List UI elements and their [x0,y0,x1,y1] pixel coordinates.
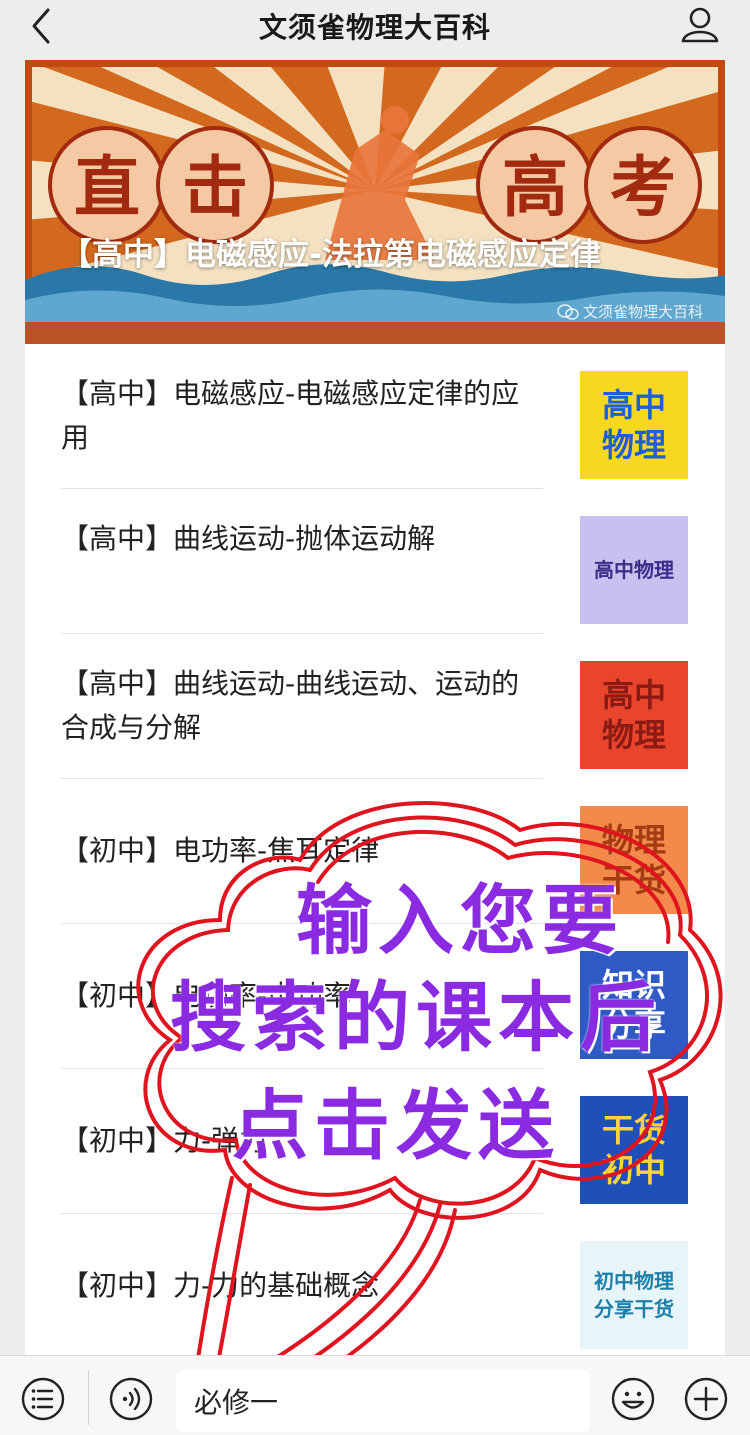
list-menu-icon[interactable] [20,1376,66,1422]
plus-circle-icon[interactable] [683,1376,729,1422]
thumbnail-text: 物理 干货 [602,820,666,900]
thumbnail-text: 高中物理 [602,675,666,755]
article-list-item[interactable]: 【初中】电功率-焦耳定律 物理 干货 [25,779,725,924]
user-icon[interactable] [680,4,720,44]
article-thumbnail[interactable]: 高中物理 [580,371,688,479]
thumbnail-text-line: 高中物理 [594,558,674,582]
article-list-item[interactable]: 【高中】电磁感应-电磁感应定律的应用 高中 物理 [25,344,725,489]
top-navigation-bar: 文须雀物理大百科 [0,0,750,58]
banner-watermark: 文须雀物理大百科 [557,301,703,322]
message-input-bar [0,1355,750,1435]
article-list-item[interactable]: 【初中】力-力的基础概念 初中物理分享干货 [25,1214,725,1355]
divider [88,1370,89,1425]
emoji-icon[interactable] [610,1376,656,1422]
thumbnail-text-line: 物理 [601,821,666,859]
thumbnail-text-line: 物理 [601,716,666,754]
article-list-item[interactable]: 【初中】力-弹力 干货 初中 [25,1069,725,1214]
article-thumbnail[interactable]: 物理 干货 [580,806,688,914]
article-thumbnail[interactable]: 高中物理 [580,661,688,769]
thumbnail-text-line: 知识 [601,966,666,1004]
banner-badge-char: 直 [74,149,140,226]
wechat-icon [557,303,579,320]
thumbnail-text: 干货 初中 [602,1110,666,1190]
article-card: 直 击 高 考 【高中】电磁感应-法拉第电磁感应定律 文须雀物理大百科 【高中】… [25,60,725,1355]
voice-icon[interactable] [108,1376,154,1422]
article-thumbnail[interactable]: 知识 分享 [580,951,688,1059]
banner-badge-char: 高 [502,149,568,226]
article-title[interactable]: 【高中】曲线运动-抛体运动解 [61,517,531,561]
article-title[interactable]: 【初中】电功率-焦耳定律 [61,829,531,873]
thumbnail-text: 知识 分享 [602,965,666,1045]
article-list: 【高中】电磁感应-电磁感应定律的应用 高中 物理 【高中】曲线运动-抛体运动解 高中物理… [25,344,725,1355]
thumbnail-text-line: 分享干货 [594,1297,674,1321]
article-title[interactable]: 【高中】曲线运动-曲线运动、运动的合成与分解 [61,662,531,750]
thumbnail-text: 初中物理 分享干货 [594,1267,674,1323]
thumbnail-text: 高中物理 [594,556,674,584]
thumbnail-text-line: 物理 [601,426,666,464]
article-list-item[interactable]: 【高中】曲线运动-抛体运动解高中物理 [25,489,725,634]
thumbnail-text-line: 分享 [601,1006,666,1044]
thumbnail-text-line: 干货 [601,861,666,899]
article-title[interactable]: 【初中】电功率-电功率 [61,974,531,1018]
featured-article-title[interactable]: 【高中】电磁感应-法拉第电磁感应定律 [61,230,701,280]
article-thumbnail[interactable]: 干货 初中 [580,1096,688,1204]
article-title[interactable]: 【高中】电磁感应-电磁感应定律的应用 [61,372,531,460]
banner-badge-char: 击 [182,149,248,226]
article-thumbnail[interactable]: 初中物理 分享干货 [580,1241,688,1349]
banner-badge-char: 考 [610,149,676,226]
article-title[interactable]: 【初中】力-弹力 [61,1119,531,1163]
featured-article-banner[interactable]: 直 击 高 考 【高中】电磁感应-法拉第电磁感应定律 文须雀物理大百科 [25,60,725,344]
thumbnail-text: 高中物理 [602,385,666,465]
article-title[interactable]: 【初中】力-力的基础概念 [61,1264,531,1308]
page-title: 文须雀物理大百科 [258,11,491,44]
article-thumbnail[interactable]: 高中物理 [580,516,688,624]
article-list-item[interactable]: 【初中】电功率-电功率 知识 分享 [25,924,725,1069]
thumbnail-text-line: 高中 [601,676,666,714]
thumbnail-text-line: 干货 [601,1111,666,1149]
thumbnail-text-line: 初中物理 [594,1269,674,1293]
message-input[interactable] [176,1370,590,1432]
article-list-item[interactable]: 【高中】曲线运动-曲线运动、运动的合成与分解 高中 物理 [25,634,725,779]
thumbnail-text-line: 高中 [601,386,666,424]
watermark-text: 文须雀物理大百科 [582,303,703,321]
thumbnail-text-line: 初中 [601,1151,666,1189]
